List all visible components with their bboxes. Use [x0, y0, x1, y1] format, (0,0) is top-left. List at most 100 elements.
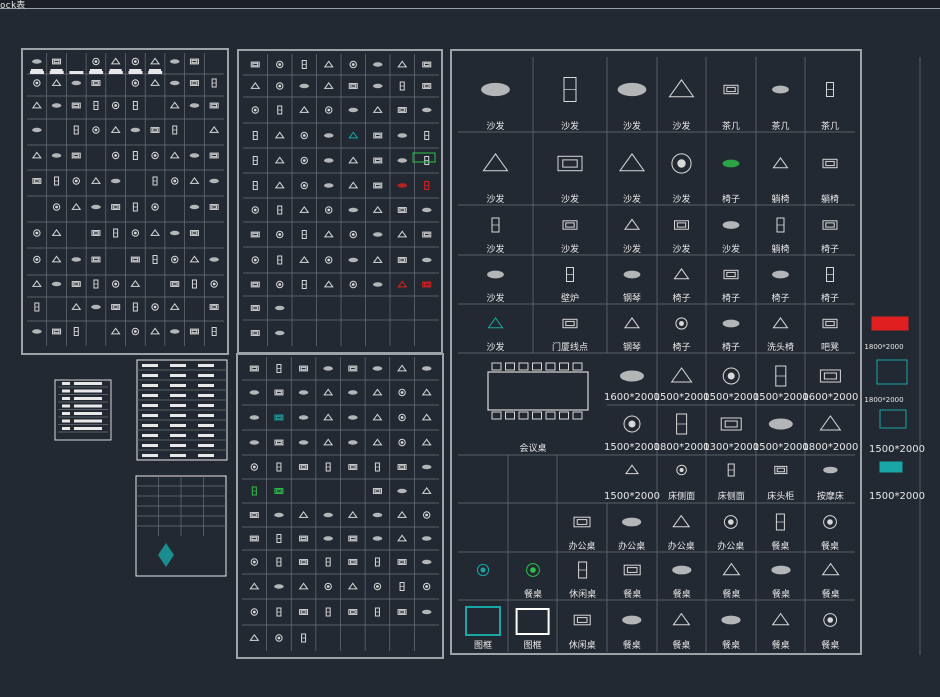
symbol-block: [298, 415, 309, 420]
symbol-block: [491, 217, 500, 233]
symbol-block: [348, 535, 358, 542]
symbol-block: [323, 438, 334, 446]
cad-drawing-canvas[interactable]: 沙发 沙发 沙发 沙发 茶几 茶几 茶几沙发 沙发 沙发 沙发 椅子 躺椅 躺椅沙发 沙发 沙发 沙发 沙发 躺椅…: [0, 0, 940, 697]
symbol-block: [51, 103, 62, 108]
symbol-block: [397, 230, 408, 238]
legend-table-attrs: [136, 359, 228, 461]
block-label: 沙发: [672, 243, 690, 255]
cyan-bed: [876, 359, 908, 385]
label-bar: [198, 374, 214, 377]
label-bar: [198, 384, 214, 387]
symbol-block: [672, 565, 692, 575]
symbol-block: [189, 204, 200, 210]
symbol-shape: [252, 610, 256, 614]
symbol-block: [373, 582, 382, 591]
symbol-shape: [32, 329, 42, 334]
symbol-block: [32, 127, 42, 133]
symbol-block: [249, 582, 260, 590]
symbol-block: [422, 231, 432, 238]
block-label: 床侧面: [668, 490, 695, 502]
symbol-block: [32, 178, 42, 184]
block-label: 餐桌: [821, 639, 839, 651]
symbol-shape: [31, 279, 42, 287]
symbol-block: [372, 105, 383, 113]
symbol-block: [775, 365, 787, 387]
meeting-chair: [505, 362, 515, 371]
symbol-shape: [31, 101, 42, 109]
symbol-shape: [93, 231, 99, 235]
symbol-block: [421, 107, 432, 113]
block-label: 1600*2000: [802, 392, 858, 403]
symbol-block: [191, 279, 197, 289]
symbol-block: [51, 228, 62, 236]
symbol-block: [250, 608, 259, 616]
label-bar: [198, 444, 214, 447]
symbol-shape: [771, 565, 791, 575]
label-bar: [74, 412, 102, 415]
symbol-block: [397, 534, 408, 542]
block-label: 餐桌: [672, 639, 690, 651]
symbol-shape: [53, 59, 60, 64]
symbol-shape: [132, 257, 139, 262]
symbol-shape: [348, 181, 359, 189]
symbol-block: [372, 438, 383, 446]
symbol-shape: [323, 81, 334, 89]
symbol-block: [151, 203, 159, 211]
block-label: 1500*2000: [753, 442, 809, 453]
symbol-shape: [374, 158, 381, 163]
symbol-block: [93, 279, 99, 289]
symbol-block: [152, 176, 158, 186]
symbol-block: [348, 207, 359, 213]
symbol-block: [52, 58, 62, 65]
block-labels: 沙发 沙发 沙发 沙发 茶几 茶几 茶几沙发 沙发 沙发 沙发 椅子 躺椅 躺椅沙发 沙发 沙发 沙发 沙发 躺椅…: [474, 120, 925, 651]
block-label: 餐桌: [821, 540, 839, 552]
symbol-block: [113, 228, 119, 238]
symbol-block: [323, 183, 334, 188]
meeting-chair: [491, 411, 502, 420]
symbol-shape: [825, 320, 835, 327]
symbol-shape: [300, 465, 307, 469]
symbol-block: [421, 413, 432, 421]
symbol-block: [151, 303, 159, 311]
symbol-block: [110, 57, 121, 65]
symbol-shape: [623, 564, 641, 576]
symbol-block: [482, 153, 509, 172]
block-label: 沙发: [561, 193, 579, 205]
symbol-block: [110, 327, 121, 335]
symbol-block: [276, 230, 284, 239]
symbol-shape: [399, 208, 406, 212]
symbol-block: [91, 256, 101, 263]
symbol-shape: [623, 270, 641, 279]
symbol-shape: [249, 633, 260, 641]
picture-frame: [465, 606, 501, 636]
panel-4-upper-grid: [458, 57, 855, 353]
symbol-block: [276, 607, 282, 617]
block-label: 沙发: [561, 120, 579, 132]
symbol-block: [189, 230, 199, 236]
symbol-shape: [74, 179, 78, 183]
symbol-shape: [300, 560, 307, 564]
symbol-shape: [423, 84, 430, 88]
symbol-shape: [825, 160, 835, 167]
symbol-block: [372, 536, 383, 541]
panel-3-grid: [242, 357, 439, 651]
symbol-shape: [278, 63, 282, 66]
symbol-shape: [628, 420, 636, 428]
symbol-block: [422, 61, 432, 68]
symbol-block: [72, 177, 80, 185]
symbol-block: [299, 464, 309, 470]
symbol-block: [249, 440, 260, 445]
symbol-block: [298, 510, 309, 518]
symbol-block: [374, 557, 380, 567]
block-label: 休闲桌: [569, 639, 596, 651]
symbol-block: [397, 183, 408, 188]
symbol-shape: [372, 366, 383, 371]
symbol-block: [323, 158, 334, 163]
symbol-shape: [191, 59, 198, 64]
block-label: 1600*2000: [604, 392, 660, 403]
label-bar: [198, 414, 214, 417]
symbol-block: [301, 280, 307, 289]
symbol-block: [150, 78, 161, 86]
symbol-shape: [423, 232, 430, 237]
block-label: 办公桌: [568, 540, 595, 552]
